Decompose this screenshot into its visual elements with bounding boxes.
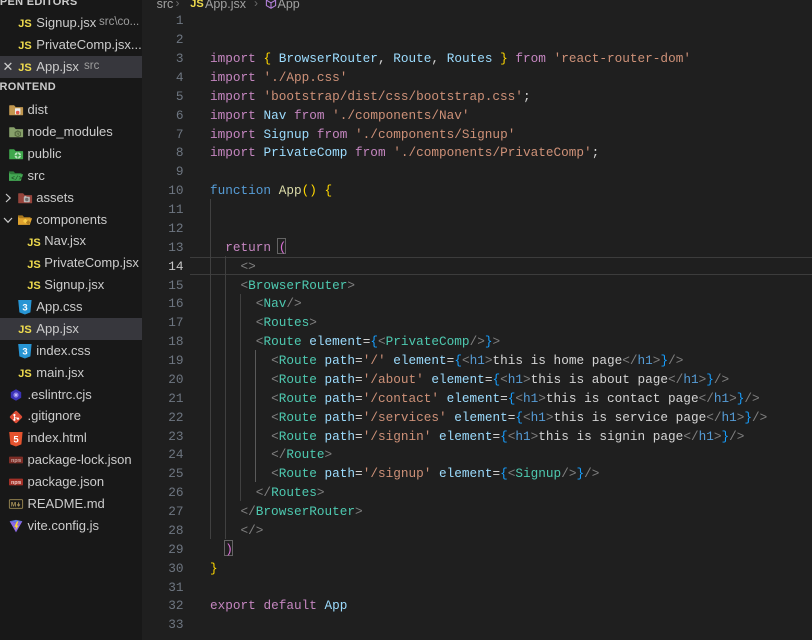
svg-text:</>: </> — [11, 175, 22, 182]
svg-text:JS: JS — [18, 18, 31, 30]
svg-text:3: 3 — [22, 303, 27, 314]
svg-text:JS: JS — [27, 259, 40, 271]
svg-text:JS: JS — [190, 0, 203, 10]
svg-text:5: 5 — [13, 434, 19, 445]
svg-text:npm: npm — [10, 457, 21, 464]
svg-text:JS: JS — [18, 62, 31, 74]
svg-text:JS: JS — [18, 40, 31, 52]
svg-text:JS: JS — [27, 237, 40, 249]
svg-text:3: 3 — [22, 347, 27, 358]
svg-text:M: M — [10, 502, 15, 509]
svg-text:JS: JS — [27, 280, 40, 292]
svg-text:npm: npm — [10, 479, 21, 486]
svg-text:JS: JS — [18, 368, 31, 380]
svg-text:JS: JS — [18, 324, 31, 336]
